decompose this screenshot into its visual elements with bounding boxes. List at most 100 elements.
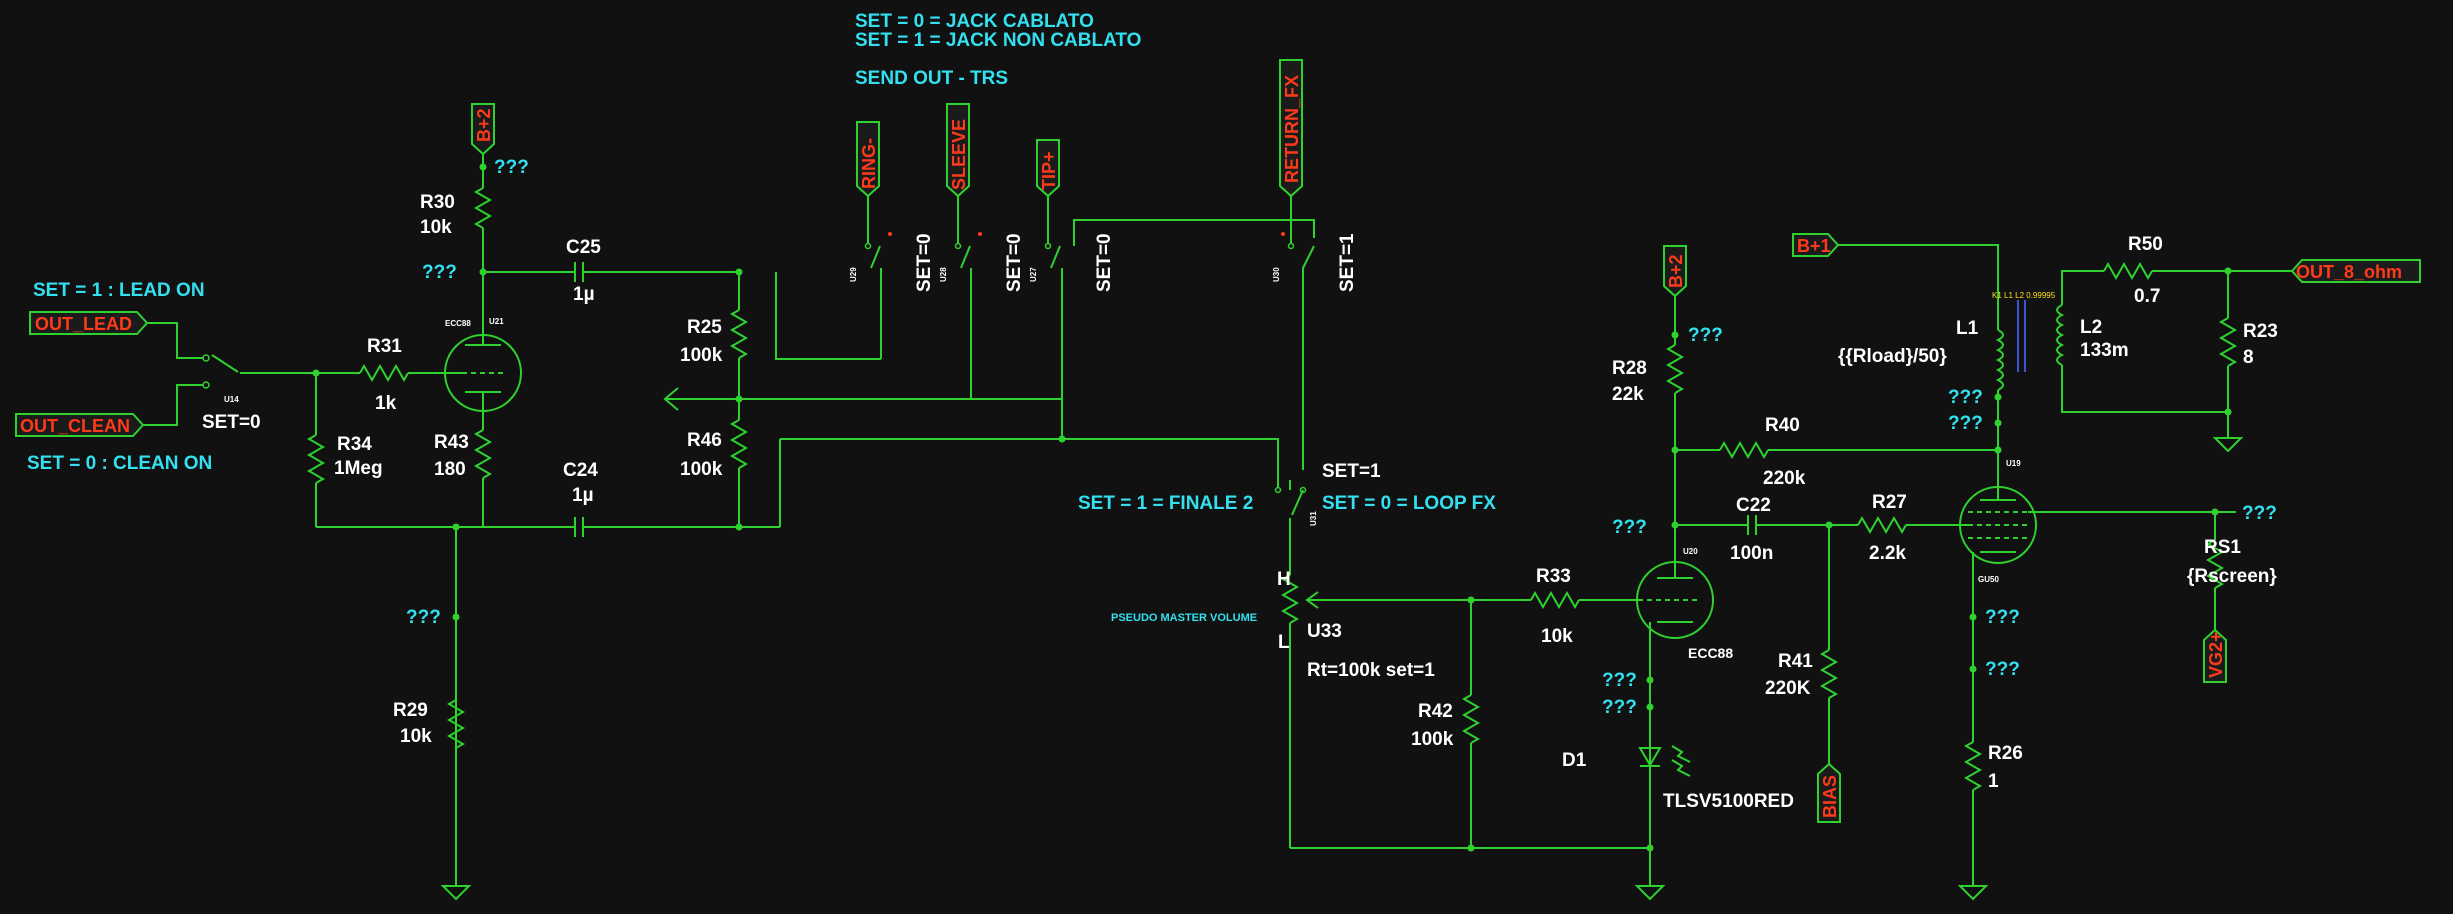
note-set1-jack: SET = 1 = JACK NON CABLATO	[855, 30, 1141, 51]
ground-icon	[440, 885, 472, 901]
resistor-r50[interactable]	[2103, 261, 2153, 281]
net-flag-out-lead[interactable]: OUT_LEAD	[29, 311, 149, 335]
note-loopfx: SET = 0 = LOOP FX	[1322, 493, 1496, 514]
r41-value: 220K	[1765, 678, 1811, 699]
svg-text:B+2: B+2	[474, 108, 494, 142]
svg-text:RING-: RING-	[859, 138, 879, 189]
resistor-r27[interactable]	[1857, 515, 1907, 535]
net-flag-return-fx[interactable]: RETURN_FX	[1279, 59, 1303, 198]
schematic-canvas: B+2 ??? R30 10k ??? C25 1µ U21 ECC88 R43…	[15, 11, 2421, 901]
u30-set: SET=1	[1337, 233, 1358, 292]
r26-value: 1	[1988, 771, 1999, 792]
switch-u14[interactable]	[202, 354, 316, 389]
transformer-l1-l2[interactable]	[1995, 300, 2065, 391]
u27-ref: U27	[1029, 267, 1038, 282]
net-flag-vg2[interactable]: VG2+	[2203, 628, 2227, 683]
ground-icon	[1957, 885, 1989, 901]
switch-u31[interactable]	[1274, 480, 1307, 575]
svg-text:B+2: B+2	[1666, 254, 1686, 288]
resistor-r31[interactable]	[359, 363, 409, 383]
note-finale2: SET = 1 = FINALE 2	[1078, 493, 1253, 514]
resistor-r42[interactable]	[1461, 694, 1481, 744]
potentiometer-u33[interactable]	[1280, 574, 1531, 848]
resistor-r23[interactable]	[2218, 317, 2238, 367]
r23-value: 8	[2243, 347, 2254, 368]
resistor-r33[interactable]	[1530, 590, 1580, 610]
resistor-r25[interactable]	[729, 309, 749, 359]
switch-u29[interactable]	[864, 196, 893, 359]
r46-ref: R46	[687, 430, 722, 451]
u31-ref: U31	[1309, 511, 1318, 526]
r31-ref: R31	[367, 336, 402, 357]
r26-ref: R26	[1988, 743, 2023, 764]
probe-label: ???	[1985, 659, 2020, 680]
r40-ref: R40	[1765, 415, 1800, 436]
switch-u28[interactable]	[954, 196, 983, 399]
svg-text:TIP+: TIP+	[1039, 151, 1059, 190]
r28-ref: R28	[1612, 358, 1647, 379]
d1-value: TLSV5100RED	[1663, 791, 1794, 812]
r50-ref: R50	[2128, 234, 2163, 255]
r33-value: 10k	[1541, 626, 1573, 647]
u33-value: Rt=100k set=1	[1307, 660, 1435, 681]
probe-label: ???	[422, 262, 457, 283]
k1-coupling: K1 L1 L2 0.99995	[1992, 291, 2056, 300]
net-flag-b2-right[interactable]: B+2	[1663, 245, 1687, 298]
u30-ref: U30	[1272, 267, 1281, 282]
svg-text:OUT_CLEAN: OUT_CLEAN	[20, 416, 130, 436]
resistor-r41[interactable]	[1819, 649, 1839, 699]
u27-set: SET=0	[1094, 233, 1115, 292]
r42-value: 100k	[1411, 729, 1454, 750]
switch-u27[interactable]	[1044, 196, 1075, 439]
u29-set: SET=0	[914, 233, 935, 292]
net-flag-bias[interactable]: BIAS	[1817, 762, 1841, 823]
probe-label: ???	[1948, 413, 1983, 434]
u20-type: ECC88	[1688, 645, 1733, 661]
ground-icon	[1634, 885, 1666, 901]
net-flag-tip[interactable]: TIP+	[1036, 139, 1060, 198]
probe-label: ???	[1602, 670, 1637, 691]
net-flag-b2-top[interactable]: B+2	[471, 103, 495, 156]
c22-value: 100n	[1730, 543, 1773, 564]
r25-value: 100k	[680, 345, 723, 366]
probe-label: ???	[2242, 503, 2277, 524]
switch-u30[interactable]	[1281, 196, 1315, 470]
resistor-r43[interactable]	[473, 429, 493, 479]
resistor-r46[interactable]	[729, 419, 749, 469]
u28-set: SET=0	[1004, 233, 1025, 292]
u28-ref: U28	[939, 267, 948, 282]
triode-u21[interactable]	[444, 272, 522, 430]
r23-ref: R23	[2243, 321, 2278, 342]
resistor-r29[interactable]	[446, 699, 466, 749]
note-lead-on: SET = 1 : LEAD ON	[33, 280, 205, 301]
led-d1[interactable]	[1638, 745, 1691, 777]
net-flag-out-8-ohm[interactable]: OUT_8_ohm	[2290, 259, 2421, 283]
probe-label: ???	[1688, 325, 1723, 346]
resistor-r34[interactable]	[306, 434, 326, 484]
note-clean-on: SET = 0 : CLEAN ON	[27, 453, 212, 474]
u14-set: SET=0	[202, 412, 261, 433]
r28-value: 22k	[1612, 384, 1644, 405]
net-flag-out-clean[interactable]: OUT_CLEAN	[15, 413, 145, 437]
u19-type: GU50	[1978, 575, 1999, 584]
net-flag-sleeve[interactable]: SLEEVE	[946, 103, 970, 198]
resistor-r28[interactable]	[1665, 344, 1685, 394]
resistor-r26[interactable]	[1963, 741, 1983, 791]
resistor-r30[interactable]	[473, 187, 493, 229]
probe-label: ???	[406, 607, 441, 628]
r43-value: 180	[434, 459, 466, 480]
net-flag-ring[interactable]: RING-	[856, 121, 880, 198]
c22-ref: C22	[1736, 495, 1771, 516]
pentode-u19[interactable]	[1958, 450, 2215, 564]
r41-ref: R41	[1778, 651, 1813, 672]
resistor-r40[interactable]	[1719, 440, 1769, 460]
r42-ref: R42	[1418, 701, 1453, 722]
net-flag-b1[interactable]: B+1	[1792, 233, 1840, 257]
u33-h: H	[1277, 569, 1291, 590]
d1-ref: D1	[1562, 750, 1587, 771]
r31-value: 1k	[375, 393, 397, 414]
u21-ref: U21	[489, 317, 504, 326]
u20-ref: U20	[1683, 547, 1698, 556]
probe-label: ???	[1612, 517, 1647, 538]
c25-ref: C25	[566, 237, 601, 258]
